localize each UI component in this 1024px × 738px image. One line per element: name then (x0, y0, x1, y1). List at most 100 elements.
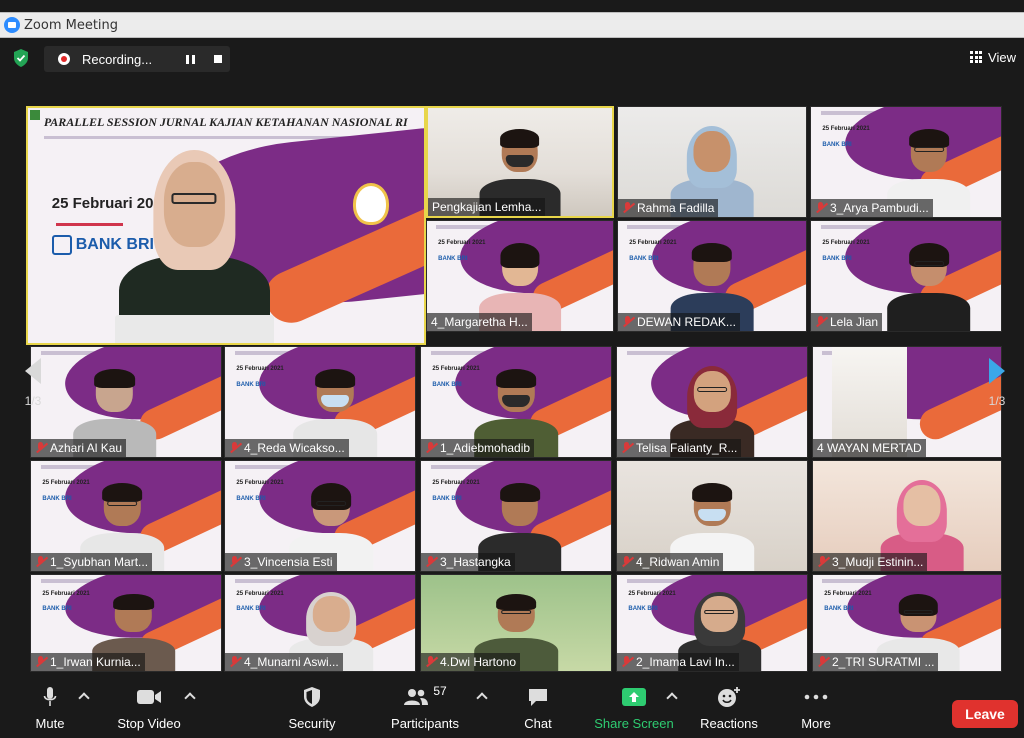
mic-muted-icon (35, 656, 47, 668)
participant-tile[interactable]: 4.Dwi Hartono (420, 574, 612, 672)
participant-tile[interactable]: 25 Februari 2021 BANK BRI 4_Munarni Aswi… (224, 574, 416, 672)
chat-bubble-icon (527, 684, 549, 710)
participant-name: 3_Vincensia Esti (244, 555, 333, 569)
participant-tile[interactable]: 25 Februari 2021 BANK BRI 2_Imama Lavi I… (616, 574, 808, 672)
participant-tile[interactable]: 25 Februari 2021 BANK BRI 1_Adiebmohadib (420, 346, 612, 458)
mic-muted-icon (229, 442, 241, 454)
mic-muted-icon (229, 656, 241, 668)
window-title: Zoom Meeting (24, 17, 119, 33)
view-button[interactable]: View (970, 46, 1016, 68)
participant-tile[interactable]: 25 Februari 2021 BANK BRI 4_Reda Wicakso… (224, 346, 416, 458)
slide-bank-mini: BANK BRI (236, 382, 266, 389)
participant-name-tag: Telisa Falianty_R... (617, 439, 742, 457)
page-indicator-right: 1/3 (988, 394, 1006, 408)
mic-muted-icon (621, 442, 633, 454)
participant-name: 1_Irwan Kurnia... (50, 655, 141, 669)
grid-view-icon (970, 51, 983, 63)
participant-tile[interactable]: Azhari Al Kau (30, 346, 222, 458)
participant-tile[interactable]: 25 Februari 2021 BANK BRI Lela Jian (810, 220, 1002, 332)
more-dots-icon (804, 684, 828, 710)
security-label: Security (288, 716, 336, 731)
participant-tile[interactable]: 4_Ridwan Amin (616, 460, 808, 572)
more-button[interactable]: More (796, 684, 836, 738)
security-button[interactable]: Security (284, 684, 340, 738)
meeting-controls-toolbar: Mute Stop Video Security 57 Participants (0, 678, 1024, 738)
participant-name-tag: Lela Jian (811, 313, 883, 331)
smiley-icon (716, 684, 742, 710)
chat-label: Chat (524, 716, 552, 731)
participant-tile[interactable]: 25 Februari 2021 BANK BRI 3_Arya Pambudi… (810, 106, 1002, 218)
share-screen-label: Share Screen (594, 716, 674, 731)
mic-muted-icon (35, 556, 47, 568)
share-screen-button[interactable]: Share Screen (592, 684, 676, 738)
participant-tile[interactable]: 25 Februari 2021 BANK BRI 3_Hastangka (420, 460, 612, 572)
participant-tile[interactable]: 25 Februari 2021 BANK BRI 1_Irwan Kurnia… (30, 574, 222, 672)
participant-tile[interactable]: 3_Mudji Estinin... (812, 460, 1002, 572)
participant-name: 1_Syubhan Mart... (50, 555, 149, 569)
chat-button[interactable]: Chat (518, 684, 558, 738)
slide-date-mini: 25 Februari 2021 (822, 239, 870, 246)
video-corner-icon (30, 110, 40, 120)
video-options-caret-icon[interactable] (184, 692, 196, 704)
slide-red-line (55, 223, 124, 227)
slide-bank-mini: BANK BRI (822, 256, 852, 263)
slide-date-mini: 25 Februari 2021 (236, 479, 284, 486)
participant-tile[interactable]: 25 Februari 2021 BANK BRI 3_Vincensia Es… (224, 460, 416, 572)
pause-recording-button[interactable] (182, 51, 198, 67)
participant-tile[interactable]: 25 Februari 2021 BANK BRI 2_TRI SURATMI … (812, 574, 1002, 672)
participant-tile[interactable]: 25 Februari 2021 BANK BRI DEWAN REDAK... (617, 220, 807, 332)
participant-name: DEWAN REDAK... (637, 315, 736, 329)
previous-page-button[interactable]: 1/3 (16, 348, 50, 418)
mic-muted-icon (621, 556, 633, 568)
participant-name: 1_Adiebmohadib (440, 441, 531, 455)
participant-tile[interactable]: Telisa Falianty_R... (616, 346, 808, 458)
mic-muted-icon (622, 316, 634, 328)
mute-button[interactable]: Mute (30, 684, 70, 738)
arrow-left-icon (25, 358, 41, 384)
slide-bank-mini: BANK BRI (824, 605, 854, 612)
participant-name: 2_TRI SURATMI ... (832, 655, 935, 669)
participant-name: 4_Reda Wicakso... (244, 441, 345, 455)
participants-count: 57 (433, 684, 447, 698)
reactions-button[interactable]: Reactions (698, 684, 760, 738)
participant-tile[interactable]: Rahma Fadilla (617, 106, 807, 218)
slide-date-mini: 25 Februari 2021 (629, 239, 677, 246)
slide-date-mini: 25 Februari 2021 (822, 125, 870, 132)
audio-options-caret-icon[interactable] (78, 692, 90, 704)
participant-name: 4.Dwi Hartono (440, 655, 517, 669)
encryption-shield-icon[interactable] (12, 48, 30, 68)
meeting-top-bar: Recording... View (0, 38, 1024, 78)
recording-label: Recording... (82, 51, 153, 67)
stop-recording-button[interactable] (210, 51, 226, 67)
slide-bank-mini: BANK BRI (438, 256, 468, 263)
speaker-laptop (115, 314, 274, 343)
mic-muted-icon (425, 656, 437, 668)
recording-indicator: Recording... (44, 46, 230, 72)
next-page-button[interactable]: 1/3 (980, 348, 1014, 418)
slide-bank-mini: BANK BRI (42, 605, 72, 612)
slide-bank-mini: BANK BRI (236, 496, 266, 503)
participant-tile[interactable]: 4 WAYAN MERTAD (812, 346, 1002, 458)
participant-name-tag: 4_Ridwan Amin (617, 553, 724, 571)
stop-video-button[interactable]: Stop Video (114, 684, 184, 738)
participant-name: 4 WAYAN MERTAD (817, 441, 922, 455)
slide-date-mini: 25 Februari 2021 (236, 365, 284, 372)
participant-name: 4_Ridwan Amin (636, 555, 720, 569)
participant-name-tag: 4.Dwi Hartono (421, 653, 521, 671)
participant-name-tag: 1_Irwan Kurnia... (31, 653, 145, 671)
mic-muted-icon (35, 442, 47, 454)
participant-tile[interactable]: 25 Februari 2021 BANK BRI 1_Syubhan Mart… (30, 460, 222, 572)
participant-tile[interactable]: Pengkajian Lemha... (426, 106, 614, 218)
more-label: More (801, 716, 831, 731)
active-speaker-tile[interactable]: PARALLEL SESSION JURNAL KAJIAN KETAHANAN… (26, 106, 426, 345)
mic-muted-icon (425, 556, 437, 568)
leave-meeting-button[interactable]: Leave (952, 700, 1018, 728)
participant-name: 4_Munarni Aswi... (244, 655, 339, 669)
participant-tile[interactable]: 25 Februari 2021 BANK BRI 4_Margaretha H… (426, 220, 614, 332)
participants-button[interactable]: 57 Participants (388, 684, 462, 738)
participant-name-tag: 3_Vincensia Esti (225, 553, 337, 571)
slide-bank-mini: BANK BRI (432, 382, 462, 389)
bank-bri-icon (51, 234, 72, 255)
participants-options-caret-icon[interactable] (476, 692, 488, 704)
slide-date-mini: 25 Februari 2021 (236, 591, 284, 598)
